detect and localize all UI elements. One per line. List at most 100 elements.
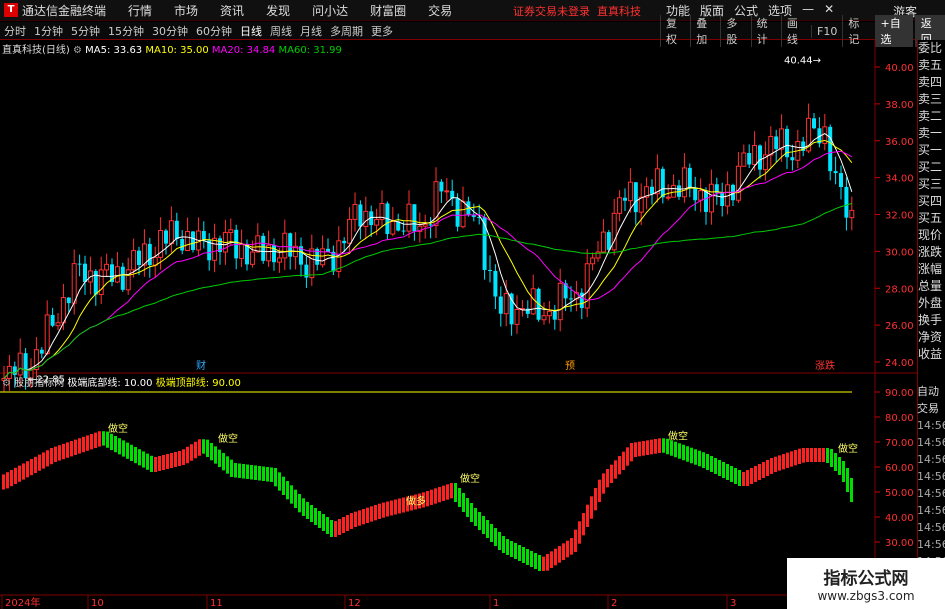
menu-quotes[interactable]: 行情 bbox=[128, 2, 152, 19]
menu-wealth[interactable]: 财富圈 bbox=[370, 2, 406, 19]
menu-discover[interactable]: 发现 bbox=[266, 2, 290, 19]
period-tab[interactable]: 1分钟 bbox=[34, 23, 63, 39]
osc-bar-up bbox=[10, 470, 13, 487]
osc-bar-up bbox=[342, 517, 345, 533]
osc-bar-up bbox=[74, 439, 77, 455]
osc-bar-up bbox=[790, 451, 793, 467]
candle-up bbox=[627, 181, 633, 202]
candle-up bbox=[228, 229, 234, 234]
osc-bar-down bbox=[502, 536, 505, 553]
warning-stock[interactable]: 直真科技 bbox=[597, 5, 641, 18]
osc-bar-up bbox=[366, 507, 369, 523]
osc-bar-down bbox=[498, 532, 501, 550]
osc-bar-up bbox=[758, 464, 761, 480]
candle-down bbox=[147, 243, 152, 266]
period-tab[interactable]: 60分钟 bbox=[196, 23, 232, 39]
candle-up bbox=[590, 257, 596, 265]
candle-down bbox=[493, 270, 498, 297]
osc-bar-down bbox=[726, 464, 729, 480]
osc-bar-up bbox=[334, 521, 337, 537]
osc-bar-up bbox=[38, 454, 41, 471]
osc-bar-down bbox=[222, 453, 225, 471]
osc-bar-down bbox=[662, 438, 665, 453]
candle-up bbox=[779, 128, 785, 150]
osc-bar-up bbox=[630, 443, 633, 462]
osc-bar-up bbox=[34, 456, 37, 473]
candle-down bbox=[50, 314, 55, 326]
menu-news[interactable]: 资讯 bbox=[220, 2, 244, 19]
osc-bar-up bbox=[786, 452, 789, 468]
osc-bar-down bbox=[114, 436, 117, 453]
candle-up bbox=[55, 322, 61, 327]
close-icon[interactable]: ✕ bbox=[824, 2, 834, 19]
candle-up bbox=[741, 152, 747, 167]
candle-up bbox=[168, 220, 174, 245]
quote-label: 卖三 bbox=[918, 92, 943, 106]
x-tick-label: 10 bbox=[91, 598, 104, 609]
candle-up bbox=[557, 282, 563, 321]
osc-bar-down bbox=[138, 449, 141, 466]
period-tab-active[interactable]: 日线 bbox=[240, 23, 262, 39]
menu-trade[interactable]: 交易 bbox=[428, 2, 452, 19]
osc-bar-up bbox=[542, 556, 545, 571]
quote-label: 涨幅 bbox=[918, 262, 943, 276]
osc-bar-up bbox=[810, 448, 813, 462]
menu-ask[interactable]: 问小达 bbox=[312, 2, 348, 19]
menu-market[interactable]: 市场 bbox=[174, 2, 198, 19]
osc-bar-up bbox=[438, 487, 441, 503]
osc-bar-down bbox=[470, 503, 473, 522]
osc-bar-down bbox=[510, 541, 513, 557]
osc-bar-up bbox=[574, 529, 577, 552]
candle-up bbox=[665, 196, 671, 199]
f10-button[interactable]: F10 bbox=[811, 24, 842, 38]
quote-label: 买三 bbox=[918, 177, 943, 191]
osc-bar-up bbox=[194, 441, 197, 459]
osc-bar-down bbox=[118, 438, 121, 455]
candle-down bbox=[758, 145, 762, 170]
settings-icon[interactable]: ⚙ bbox=[2, 378, 11, 389]
kline-chart[interactable]: 40.00 38.00 36.00 34.00 32.00 30.00 28.00 26.00… bbox=[0, 40, 917, 609]
osc-bar-up bbox=[58, 445, 61, 461]
candle-up bbox=[44, 314, 50, 355]
trade-label: 14:56 bbox=[917, 538, 945, 551]
period-tab[interactable]: 周线 bbox=[270, 23, 292, 39]
osc-bar-down bbox=[478, 512, 481, 530]
event-marker: 财 bbox=[196, 359, 206, 372]
osc-bar-up bbox=[546, 554, 549, 571]
osc-bar-up bbox=[618, 456, 621, 475]
osc-bar-up bbox=[754, 466, 757, 482]
candle-up bbox=[698, 190, 704, 201]
period-tab-more[interactable]: 更多 bbox=[371, 23, 393, 39]
osc-bar-up bbox=[18, 465, 21, 482]
period-tab[interactable]: 30分钟 bbox=[152, 23, 188, 39]
quote-label: 卖二 bbox=[918, 109, 943, 123]
app-title: 通达信金融终端 bbox=[22, 3, 107, 18]
osc-bar-up bbox=[98, 431, 101, 447]
osc-bar-down bbox=[102, 431, 105, 446]
candle-up bbox=[249, 251, 255, 265]
signal-label: 做空 bbox=[838, 442, 858, 455]
osc-bar-down bbox=[290, 485, 293, 504]
osc-bar-down bbox=[846, 468, 849, 492]
osc-bar-up bbox=[378, 503, 381, 519]
osc-bar-down bbox=[242, 464, 245, 479]
candle-down bbox=[509, 293, 514, 325]
period-tab[interactable]: 多周期 bbox=[330, 23, 363, 39]
trade-warning[interactable]: 证券交易未登录 bbox=[513, 5, 590, 18]
period-tab[interactable]: 15分钟 bbox=[108, 23, 144, 39]
osc-bar-down bbox=[690, 447, 693, 464]
period-tab[interactable]: 月线 bbox=[300, 23, 322, 39]
candle-down bbox=[720, 192, 725, 207]
top-line-legend: 极端顶部线: 90.00 bbox=[155, 378, 241, 389]
settings-icon[interactable]: ⚙ bbox=[73, 45, 82, 56]
period-tab[interactable]: 分时 bbox=[4, 23, 26, 39]
candle-up bbox=[363, 210, 369, 228]
osc-bar-down bbox=[518, 545, 521, 561]
osc-bar-down bbox=[322, 514, 325, 531]
osc-bar-up bbox=[622, 451, 625, 470]
osc-bar-down bbox=[234, 463, 237, 478]
osc-bar-down bbox=[714, 458, 717, 474]
osc-bar-up bbox=[86, 435, 89, 451]
trade-label: 14:56 bbox=[917, 470, 945, 483]
period-tab[interactable]: 5分钟 bbox=[71, 23, 100, 39]
